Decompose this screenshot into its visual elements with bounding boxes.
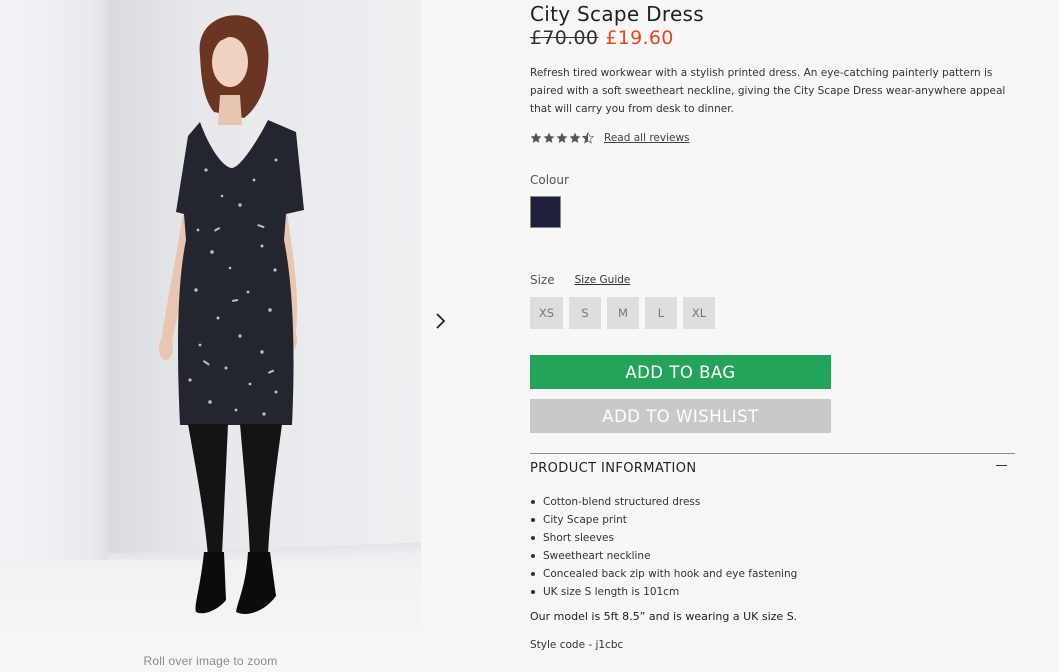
feature-list: Cotton-blend structured dress City Scape… — [530, 493, 797, 601]
list-item: UK size S length is 101cm — [530, 583, 797, 601]
size-option-xs[interactable]: XS — [530, 297, 563, 329]
product-info-heading[interactable]: PRODUCT INFORMATION — [530, 461, 697, 476]
model-size-note: Our model is 5ft 8.5” and is wearing a U… — [530, 610, 798, 623]
read-reviews-link[interactable]: Read all reviews — [604, 132, 690, 144]
product-image[interactable] — [0, 0, 421, 637]
add-to-wishlist-button[interactable]: ADD TO WISHLIST — [530, 399, 831, 433]
size-option-xl[interactable]: XL — [683, 297, 715, 329]
product-description: Refresh tired workwear with a stylish pr… — [530, 67, 1006, 115]
size-option-s[interactable]: S — [569, 297, 601, 329]
sale-price: £19.60 — [605, 27, 674, 49]
style-code: Style code - j1cbc — [530, 639, 624, 651]
size-option-m[interactable]: M — [607, 297, 639, 329]
model-figure — [159, 15, 304, 615]
chevron-right-icon — [436, 313, 446, 329]
rating-row: Read all reviews — [530, 129, 690, 147]
size-row: Size Size Guide — [530, 273, 630, 287]
half-star-icon — [582, 132, 594, 144]
next-image-button[interactable] — [432, 311, 450, 331]
star-icon — [530, 132, 542, 143]
list-item: Cotton-blend structured dress — [530, 493, 797, 511]
list-item: Concealed back zip with hook and eye fas… — [530, 565, 797, 583]
zoom-hint: Roll over image to zoom — [143, 654, 278, 668]
size-guide-link[interactable]: Size Guide — [575, 274, 631, 286]
minus-icon — [996, 465, 1007, 466]
add-to-bag-button[interactable]: ADD TO BAG — [530, 355, 831, 389]
price-row: £70.00 £19.60 — [530, 27, 674, 49]
colour-label: Colour — [530, 173, 569, 187]
list-item: City Scape print — [530, 511, 797, 529]
star-icon — [556, 132, 568, 143]
collapse-toggle[interactable] — [995, 458, 1009, 472]
star-rating — [530, 132, 594, 144]
colour-swatch-navy[interactable] — [530, 196, 561, 228]
size-option-l[interactable]: L — [645, 297, 677, 329]
star-icon — [569, 132, 581, 143]
size-label: Size — [530, 273, 555, 287]
list-item: Short sleeves — [530, 529, 797, 547]
product-title: City Scape Dress — [530, 2, 704, 26]
size-options: XS S M L XL — [530, 297, 715, 329]
divider — [530, 453, 1015, 454]
list-item: Sweetheart neckline — [530, 547, 797, 565]
original-price: £70.00 — [530, 27, 599, 49]
star-icon — [543, 132, 555, 143]
